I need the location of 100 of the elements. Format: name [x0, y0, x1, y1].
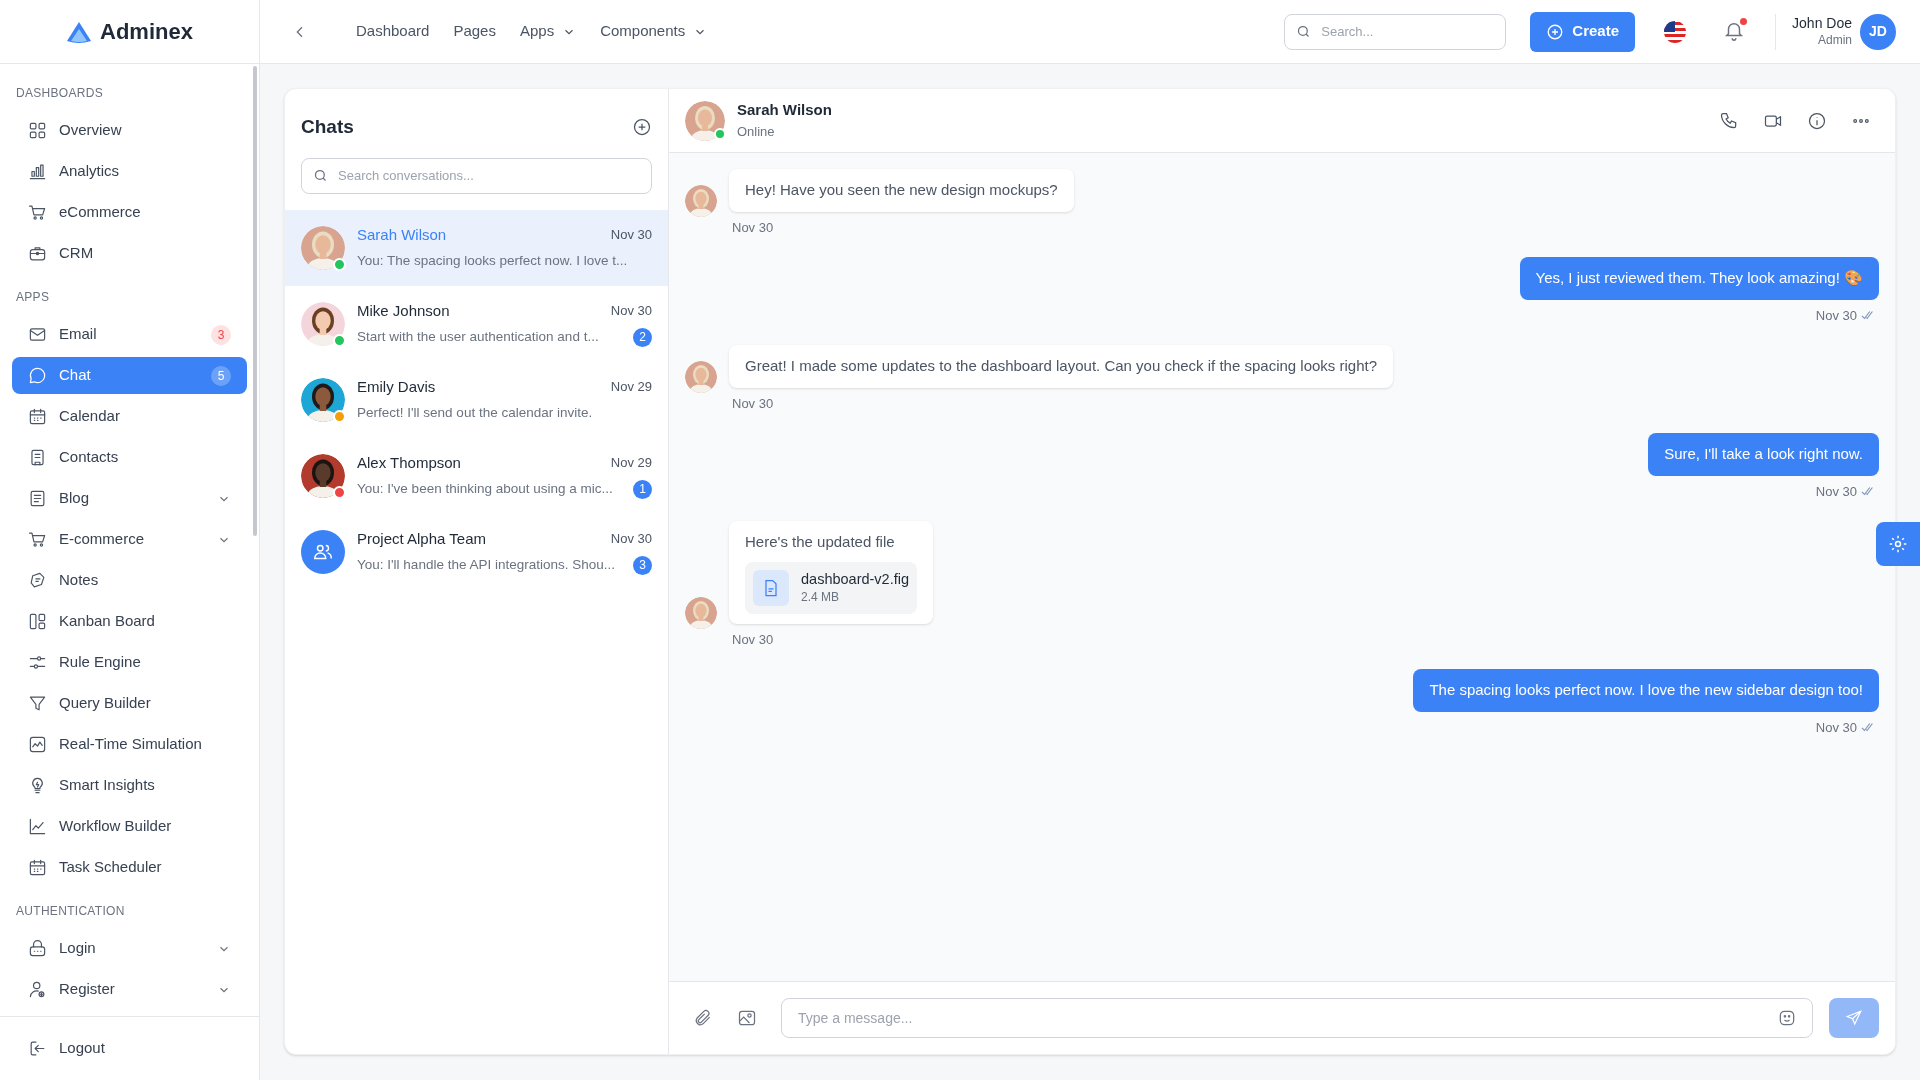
- unread-badge: 3: [633, 555, 652, 575]
- sidebar-item[interactable]: Blog: [12, 480, 247, 517]
- message-bubble: Yes, I just reviewed them. They look amazing! 🎨: [1519, 257, 1879, 300]
- wave-chart-icon: [28, 735, 47, 754]
- emoji-icon[interactable]: [1777, 1008, 1797, 1028]
- contact-name: Project Alpha Team: [357, 528, 486, 549]
- section-heading: AUTHENTICATION: [15, 903, 126, 920]
- user-add-icon: [28, 980, 47, 999]
- contact-name: Emily Davis: [357, 376, 436, 397]
- double-check-icon: [1861, 486, 1875, 497]
- count-badge: 3: [211, 324, 231, 345]
- cart-icon: [28, 203, 47, 222]
- image-icon[interactable]: [737, 1008, 757, 1028]
- contact-card-icon: [28, 448, 47, 467]
- sidebar-item[interactable]: Query Builder: [12, 685, 247, 722]
- file-attachment[interactable]: dashboard-v2.fig 2.4 MB: [745, 561, 917, 614]
- sidebar-item[interactable]: Workflow Builder: [12, 808, 247, 845]
- create-button[interactable]: Create: [1530, 11, 1636, 52]
- bar-chart-icon: [28, 162, 47, 181]
- info-icon[interactable]: [1807, 110, 1827, 131]
- nav-link[interactable]: Pages: [453, 20, 496, 43]
- sidebar-item[interactable]: Kanban Board: [12, 603, 247, 640]
- sidebar-item[interactable]: Real-Time Simulation: [12, 726, 247, 763]
- brand-name: Adminex: [100, 18, 193, 46]
- sidebar-item[interactable]: Smart Insights: [12, 767, 247, 804]
- message-preview: You: I'll handle the API integrations. Shou...: [357, 556, 615, 575]
- sidebar-item[interactable]: eCommerce: [12, 194, 247, 231]
- briefcase-icon: [28, 244, 47, 263]
- sidebar-item[interactable]: CRM: [12, 235, 247, 272]
- message-time: Nov 30: [1815, 718, 1857, 737]
- message-preview: Perfect! I'll send out the calendar invite.: [357, 404, 593, 423]
- line-chart-icon: [28, 817, 47, 836]
- sidebar-item[interactable]: Notes: [12, 562, 247, 599]
- section-heading: DASHBOARDS: [15, 85, 105, 102]
- nav-link[interactable]: Apps: [519, 20, 577, 43]
- double-check-icon: [1861, 722, 1875, 733]
- logo-icon: [66, 20, 93, 43]
- user-name: John Doe: [1792, 15, 1852, 33]
- chat-icon: [28, 366, 47, 385]
- sidebar-item[interactable]: Rule Engine: [12, 644, 247, 681]
- sidebar-item[interactable]: Task Scheduler: [12, 849, 247, 886]
- unread-badge: 2: [633, 327, 652, 347]
- logout-link[interactable]: Logout: [12, 1028, 121, 1069]
- nav-link[interactable]: Components: [600, 20, 708, 43]
- message-text: Here's the updated file: [745, 532, 896, 552]
- user-role: Admin: [1818, 32, 1852, 48]
- sidebar-item[interactable]: Register: [12, 971, 247, 1008]
- send-icon: [1845, 1009, 1863, 1027]
- sidebar-item[interactable]: Overview: [12, 112, 247, 149]
- attachment-icon[interactable]: [693, 1008, 713, 1028]
- calendar-icon: [28, 858, 47, 877]
- message-input[interactable]: Type a message...: [781, 998, 1813, 1038]
- sidebar-item[interactable]: Calendar: [12, 398, 247, 435]
- logout-icon: [28, 1039, 47, 1058]
- user-avatar[interactable]: JD: [1860, 13, 1896, 50]
- count-badge: 5: [211, 365, 231, 386]
- sidebar-item[interactable]: Login: [12, 930, 247, 967]
- calendar-icon: [28, 407, 47, 426]
- funnel-icon: [28, 694, 47, 713]
- document-icon: [28, 489, 47, 508]
- add-icon[interactable]: [632, 117, 652, 138]
- file-icon: [753, 569, 789, 606]
- unread-badge: 1: [633, 479, 652, 499]
- flag-icon[interactable]: [1663, 19, 1688, 44]
- kanban-icon: [28, 612, 47, 631]
- search-icon: [313, 167, 328, 183]
- phone-icon[interactable]: [1719, 110, 1739, 131]
- contact-name: Sarah Wilson: [357, 224, 447, 245]
- mail-icon: [28, 325, 47, 344]
- nav-link[interactable]: Dashboard: [356, 20, 430, 43]
- cart-icon: [28, 530, 47, 549]
- contact-name: Alex Thompson: [357, 452, 461, 473]
- sidebar-item[interactable]: Analytics: [12, 153, 247, 190]
- chat-date: Nov 30: [610, 530, 652, 549]
- message-preview: You: I've been thinking about using a mic...: [357, 480, 613, 499]
- chat-date: Nov 29: [610, 378, 652, 397]
- section-heading: APPS: [15, 289, 51, 306]
- sidebar-item[interactable]: Email 3: [12, 316, 247, 353]
- sidebar-item[interactable]: Contacts: [12, 439, 247, 476]
- settings-icon: [1888, 534, 1908, 554]
- message-time: Nov 30: [732, 630, 774, 649]
- chat-list-item[interactable]: Sarah Wilson Nov 30 You: The spacing looks perfect now. I love t...: [285, 209, 668, 286]
- message-bubble: The spacing looks perfect now. I love the new sidebar design too!: [1413, 669, 1879, 712]
- notification-bell-icon[interactable]: [1723, 19, 1748, 44]
- sidebar-item[interactable]: E-commerce: [12, 521, 247, 558]
- message-time: Nov 30: [732, 218, 774, 237]
- chats-title: Chats: [301, 115, 354, 139]
- contact-status: Online: [737, 123, 776, 140]
- file-name: dashboard-v2.fig: [801, 569, 909, 589]
- settings-button[interactable]: [1876, 522, 1920, 566]
- message-time: Nov 30: [1815, 482, 1857, 501]
- conversation-search-field[interactable]: Search conversations...: [301, 157, 652, 194]
- chat-date: Nov 29: [610, 454, 652, 473]
- search-field[interactable]: Search...: [1284, 13, 1507, 50]
- message-bubble: Hey! Have you seen the new design mockups?: [729, 169, 1074, 212]
- grid-icon: [28, 121, 47, 140]
- sidebar-item[interactable]: Chat 5: [12, 357, 247, 394]
- message-bubble: Sure, I'll take a look right now.: [1648, 433, 1879, 476]
- message-preview: You: The spacing looks perfect now. I love t...: [357, 252, 628, 271]
- contact-name: Mike Johnson: [357, 300, 450, 321]
